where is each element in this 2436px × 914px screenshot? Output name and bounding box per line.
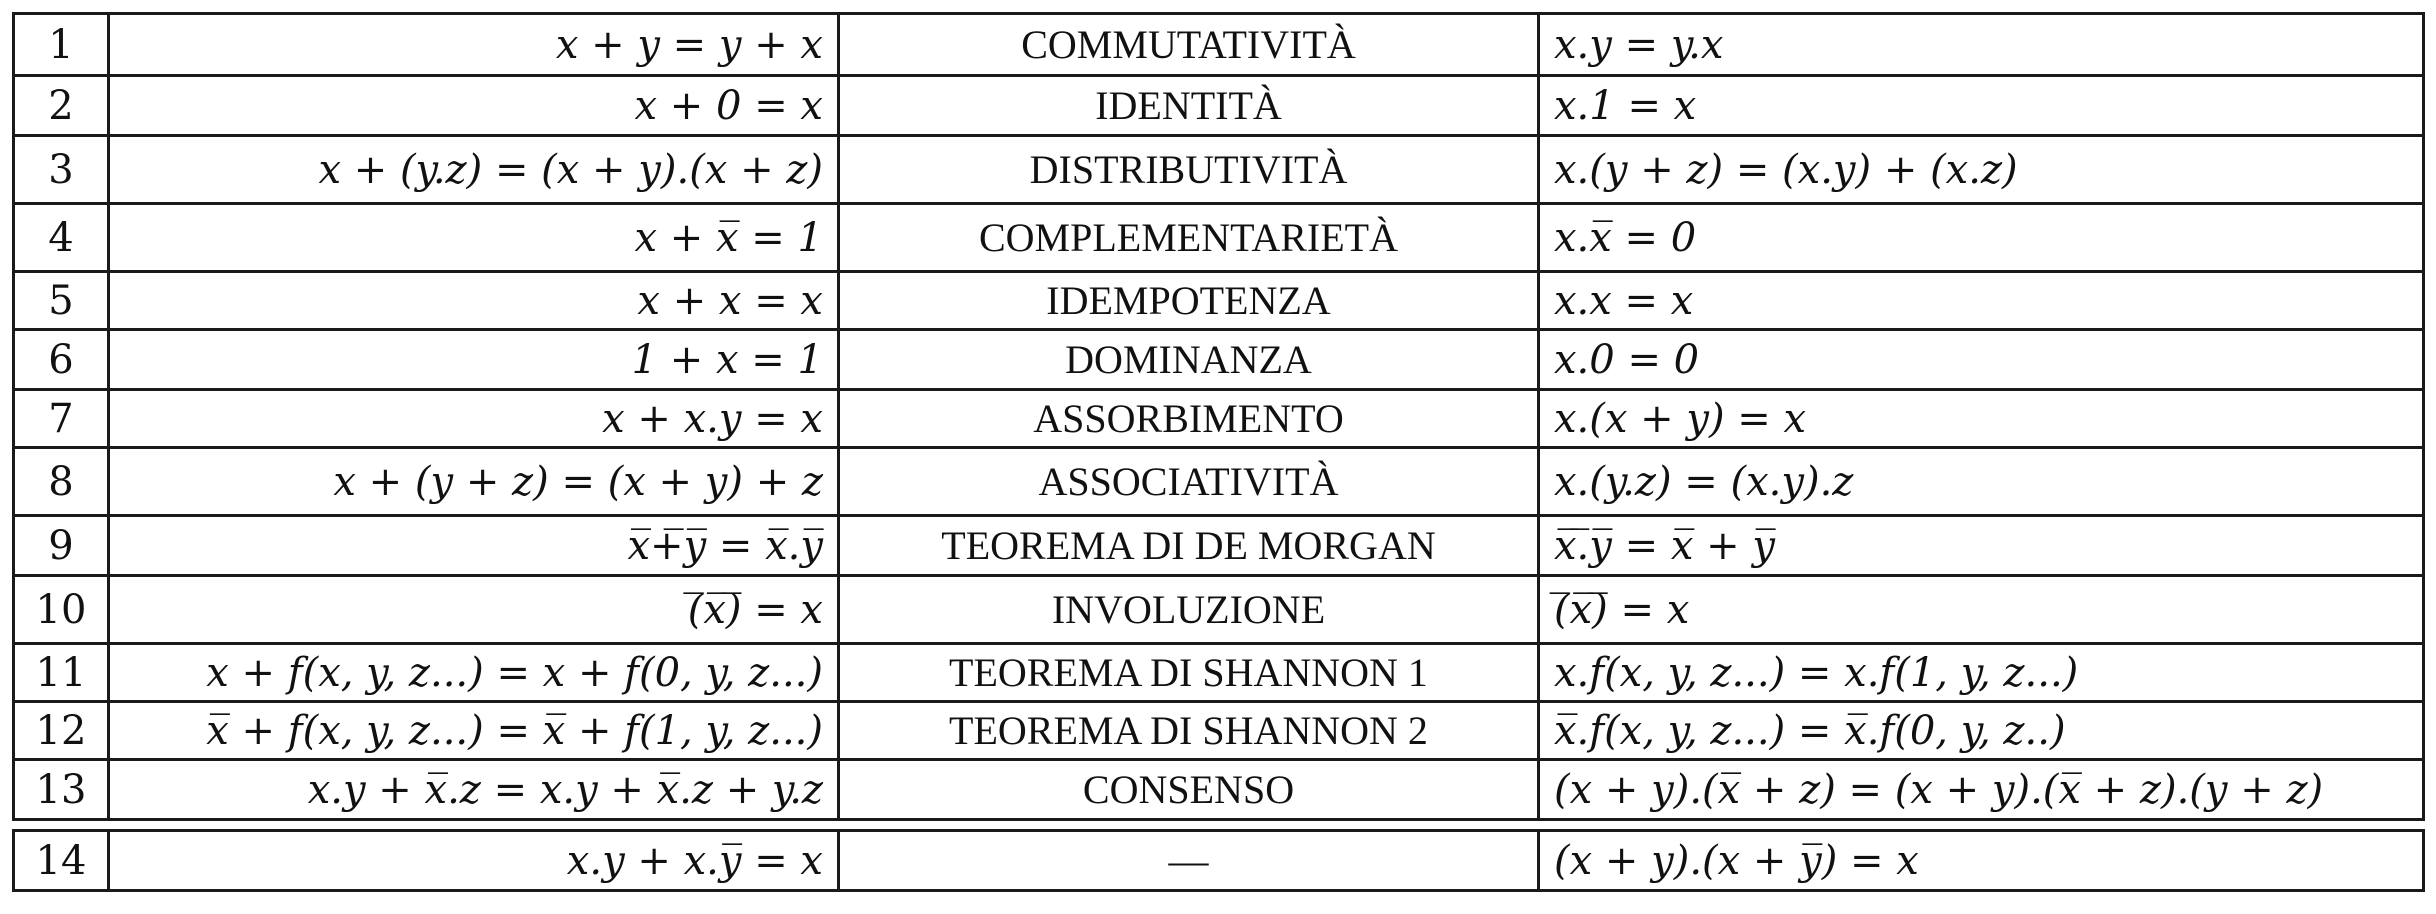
law-name: — bbox=[837, 829, 1540, 892]
product-form-expression: x.x̅ = 0 bbox=[1537, 202, 2425, 273]
table-row: 7 x + x.y = x ASSORBIMENTO x.(x + y) = x bbox=[12, 388, 2425, 449]
product-form-expression: x.(y.z) = (x.y).z bbox=[1537, 446, 2425, 517]
product-form-expression: x.0 = 0 bbox=[1537, 328, 2425, 391]
sum-form-expression: x + 0 = x bbox=[107, 74, 840, 137]
table-row: 13 x.y + x̅.z = x.y + x̅.z + y.z CONSENS… bbox=[12, 758, 2425, 821]
law-name: DOMINANZA bbox=[837, 328, 1540, 391]
law-name: DISTRIBUTIVITÀ bbox=[837, 134, 1540, 205]
law-name: COMPLEMENTARIETÀ bbox=[837, 202, 1540, 273]
sum-form-expression: x + (y.z) = (x + y).(x + z) bbox=[107, 134, 840, 205]
law-name: TEOREMA DI SHANNON 2 bbox=[837, 700, 1540, 761]
product-form-expression: x.y = y.x bbox=[1537, 12, 2425, 77]
table-row: 6 1 + x = 1 DOMINANZA x.0 = 0 bbox=[12, 328, 2425, 391]
sum-form-expression: x.y + x̅.z = x.y + x̅.z + y.z bbox=[107, 758, 840, 821]
law-name: ASSORBIMENTO bbox=[837, 388, 1540, 449]
table-row: 4 x + x̅ = 1 COMPLEMENTARIETÀ x.x̅ = 0 bbox=[12, 202, 2425, 273]
row-number: 7 bbox=[12, 388, 110, 449]
sum-form-expression: x + (y + z) = (x + y) + z bbox=[107, 446, 840, 517]
law-name: TEOREMA DI SHANNON 1 bbox=[837, 642, 1540, 703]
row-number: 13 bbox=[12, 758, 110, 821]
product-form-expression: x.1 = x bbox=[1537, 74, 2425, 137]
product-form-expression: x.f(x, y, z...) = x.f(1, y, z...) bbox=[1537, 642, 2425, 703]
sum-form-expression: x̅+̅y̅ = x̅.y̅ bbox=[107, 514, 840, 577]
law-name: CONSENSO bbox=[837, 758, 1540, 821]
sum-form-expression: x + f(x, y, z...) = x + f(0, y, z...) bbox=[107, 642, 840, 703]
row-number: 11 bbox=[12, 642, 110, 703]
law-name: IDENTITÀ bbox=[837, 74, 1540, 137]
product-form-expression: x̅.f(x, y, z...) = x̅.f(0, y, z..) bbox=[1537, 700, 2425, 761]
table-row: 1 x + y = y + x COMMUTATIVITÀ x.y = y.x bbox=[12, 12, 2425, 77]
row-number: 12 bbox=[12, 700, 110, 761]
row-number: 3 bbox=[12, 134, 110, 205]
table-row: 2 x + 0 = x IDENTITÀ x.1 = x bbox=[12, 74, 2425, 137]
separator-gap bbox=[13, 818, 2424, 832]
sum-form-expression: (̅x̅)̅ = x bbox=[107, 574, 840, 645]
sum-form-expression: x + x.y = x bbox=[107, 388, 840, 449]
product-form-expression: x.(x + y) = x bbox=[1537, 388, 2425, 449]
table-row: 11 x + f(x, y, z...) = x + f(0, y, z...)… bbox=[12, 642, 2425, 703]
product-form-expression: (̅x̅)̅ = x bbox=[1537, 574, 2425, 645]
product-form-expression: (x + y).(x + y̅) = x bbox=[1537, 829, 2425, 892]
table-row: 5 x + x = x IDEMPOTENZA x.x = x bbox=[12, 270, 2425, 331]
product-form-expression: (x + y).(x̅ + z) = (x + y).(x̅ + z).(y +… bbox=[1537, 758, 2425, 821]
row-number: 4 bbox=[12, 202, 110, 273]
law-name: TEOREMA DI DE MORGAN bbox=[837, 514, 1540, 577]
table-row: 9 x̅+̅y̅ = x̅.y̅ TEOREMA DI DE MORGAN x̅… bbox=[12, 514, 2425, 577]
table-row: 14 x.y + x.y̅ = x — (x + y).(x + y̅) = x bbox=[12, 829, 2425, 892]
row-number: 2 bbox=[12, 74, 110, 137]
row-separator bbox=[13, 818, 2424, 832]
table-row: 12 x̅ + f(x, y, z...) = x̅ + f(1, y, z..… bbox=[12, 700, 2425, 761]
law-name: INVOLUZIONE bbox=[837, 574, 1540, 645]
row-number: 14 bbox=[12, 829, 110, 892]
table-row: 3 x + (y.z) = (x + y).(x + z) DISTRIBUTI… bbox=[12, 134, 2425, 205]
table-row: 8 x + (y + z) = (x + y) + z ASSOCIATIVIT… bbox=[12, 446, 2425, 517]
boolean-laws-sheet: 1 x + y = y + x COMMUTATIVITÀ x.y = y.x … bbox=[12, 12, 2425, 892]
row-number: 1 bbox=[12, 12, 110, 77]
product-form-expression: x̅.̅y̅ = x̅ + y̅ bbox=[1537, 514, 2425, 577]
sum-form-expression: x + x = x bbox=[107, 270, 840, 331]
law-name: IDEMPOTENZA bbox=[837, 270, 1540, 331]
sum-form-expression: 1 + x = 1 bbox=[107, 328, 840, 391]
row-number: 5 bbox=[12, 270, 110, 331]
law-name: COMMUTATIVITÀ bbox=[837, 12, 1540, 77]
sum-form-expression: x̅ + f(x, y, z...) = x̅ + f(1, y, z...) bbox=[107, 700, 840, 761]
product-form-expression: x.x = x bbox=[1537, 270, 2425, 331]
table-row: 10 (̅x̅)̅ = x INVOLUZIONE (̅x̅)̅ = x bbox=[12, 574, 2425, 645]
row-number: 8 bbox=[12, 446, 110, 517]
sum-form-expression: x + y = y + x bbox=[107, 12, 840, 77]
row-number: 10 bbox=[12, 574, 110, 645]
law-name: ASSOCIATIVITÀ bbox=[837, 446, 1540, 517]
product-form-expression: x.(y + z) = (x.y) + (x.z) bbox=[1537, 134, 2425, 205]
boolean-laws-table: 1 x + y = y + x COMMUTATIVITÀ x.y = y.x … bbox=[12, 12, 2425, 892]
sum-form-expression: x.y + x.y̅ = x bbox=[107, 829, 840, 892]
row-number: 9 bbox=[12, 514, 110, 577]
sum-form-expression: x + x̅ = 1 bbox=[107, 202, 840, 273]
row-number: 6 bbox=[12, 328, 110, 391]
